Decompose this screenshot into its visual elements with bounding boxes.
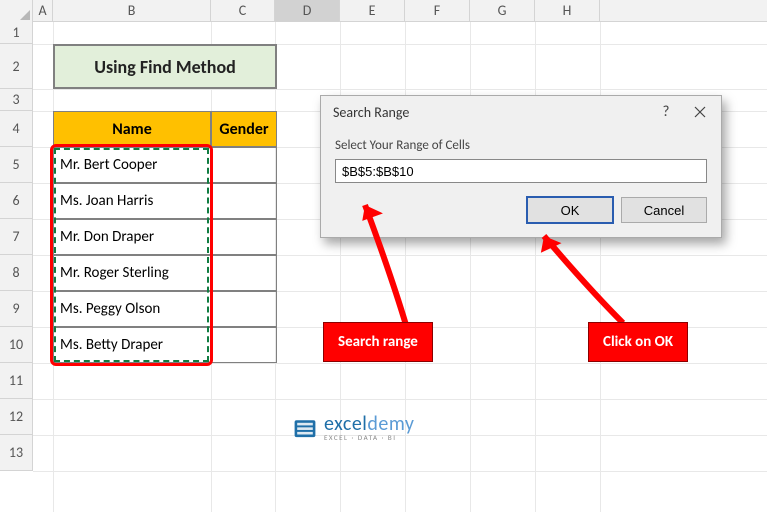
col-header-h[interactable]: H — [535, 0, 600, 22]
close-button[interactable] — [683, 98, 717, 126]
cell-b10[interactable]: Ms. Betty Draper — [53, 327, 211, 363]
row-header-3[interactable]: 3 — [0, 89, 33, 111]
col-header-f[interactable]: F — [405, 0, 470, 22]
row-header-1[interactable]: 1 — [0, 22, 33, 44]
cell-b5[interactable]: Mr. Bert Cooper — [53, 147, 211, 183]
row-header-13[interactable]: 13 — [0, 435, 33, 471]
row-header-4[interactable]: 4 — [0, 111, 33, 147]
logo-text-main: exceldemy — [324, 414, 414, 434]
row-header-10[interactable]: 10 — [0, 327, 33, 363]
arrow-to-range-input — [361, 195, 421, 330]
help-button[interactable]: ? — [649, 98, 683, 126]
arrow-to-ok-button — [538, 228, 638, 328]
row-header-11[interactable]: 11 — [0, 363, 33, 399]
cell-b6[interactable]: Ms. Joan Harris — [53, 183, 211, 219]
callout-search-range: Search range — [323, 322, 433, 362]
logo-icon — [292, 415, 318, 441]
cell-b8[interactable]: Mr. Roger Sterling — [53, 255, 211, 291]
page-title: Using Find Method — [53, 44, 277, 89]
col-header-a[interactable]: A — [33, 0, 53, 22]
cell-c10[interactable] — [211, 327, 277, 363]
exceldemy-logo: exceldemy EXCEL · DATA · BI — [292, 414, 414, 441]
dialog-instruction-label: Select Your Range of Cells — [335, 138, 707, 153]
row-header-5[interactable]: 5 — [0, 147, 33, 183]
table-header-name[interactable]: Name — [53, 111, 211, 147]
dialog-title: Search Range — [333, 104, 649, 121]
range-input[interactable] — [335, 159, 707, 183]
cell-c9[interactable] — [211, 291, 277, 327]
row-header-column: 1 2 3 4 5 6 7 8 9 10 11 12 13 — [0, 22, 33, 471]
cell-c6[interactable] — [211, 183, 277, 219]
logo-text-sub: EXCEL · DATA · BI — [324, 434, 414, 441]
col-header-d[interactable]: D — [275, 0, 340, 22]
col-header-g[interactable]: G — [470, 0, 535, 22]
cell-c5[interactable] — [211, 147, 277, 183]
select-all-corner[interactable] — [0, 0, 33, 22]
col-header-c[interactable]: C — [211, 0, 275, 22]
cell-c8[interactable] — [211, 255, 277, 291]
ok-button[interactable]: OK — [527, 197, 613, 223]
callout-click-ok: Click on OK — [588, 322, 688, 362]
close-icon — [694, 106, 706, 118]
row-header-2[interactable]: 2 — [0, 44, 33, 89]
cell-b7[interactable]: Mr. Don Draper — [53, 219, 211, 255]
col-header-e[interactable]: E — [340, 0, 405, 22]
row-header-7[interactable]: 7 — [0, 219, 33, 255]
cell-b9[interactable]: Ms. Peggy Olson — [53, 291, 211, 327]
row-header-12[interactable]: 12 — [0, 399, 33, 435]
column-header-row: A B C D E F G H — [0, 0, 767, 22]
row-header-9[interactable]: 9 — [0, 291, 33, 327]
col-header-b[interactable]: B — [53, 0, 211, 22]
cell-c7[interactable] — [211, 219, 277, 255]
table-header-gender[interactable]: Gender — [211, 111, 277, 147]
row-header-6[interactable]: 6 — [0, 183, 33, 219]
cancel-button[interactable]: Cancel — [621, 197, 707, 223]
row-header-8[interactable]: 8 — [0, 255, 33, 291]
dialog-titlebar[interactable]: Search Range ? — [321, 96, 721, 128]
